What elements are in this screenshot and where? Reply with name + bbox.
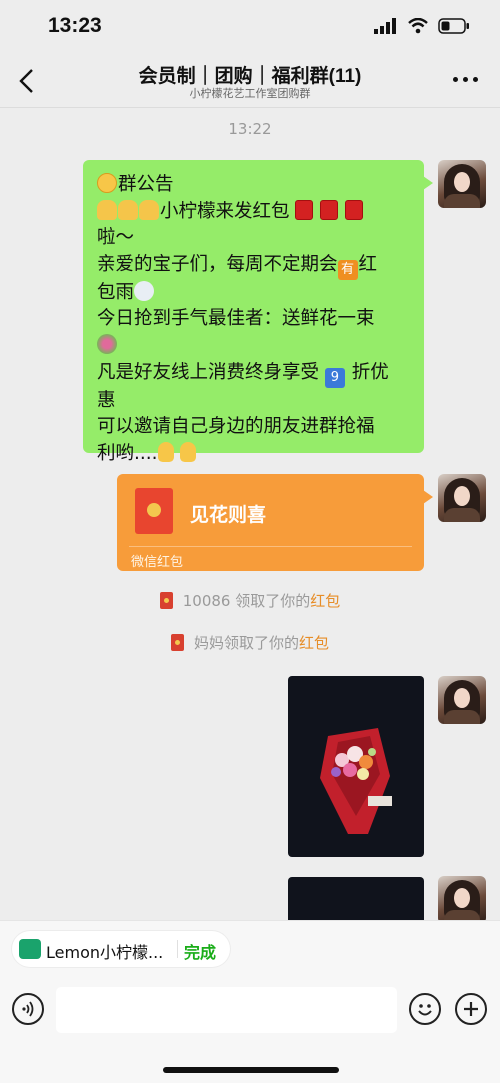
- clap-emoji-icon: [139, 199, 159, 220]
- input-area: Lemon小柠檬... 完成: [0, 920, 500, 1083]
- announcement-bubble[interactable]: 群公告 小柠檬来发红包 啦～ 亲爱的宝子们，每周不定期会有红 包雨 今日抢到手气…: [83, 160, 433, 464]
- announcement-line: 啦～: [97, 227, 135, 249]
- red-packet-link[interactable]: 红包: [310, 592, 340, 610]
- bouquet-image: [320, 728, 392, 834]
- announcement-line: 群公告: [118, 174, 174, 195]
- system-message-text: 妈妈领取了你的: [193, 634, 299, 652]
- announcement-line: 可以邀请自己身边的朋友进群抢福: [97, 416, 375, 438]
- red-packet-emoji-icon: [320, 199, 339, 220]
- red-packet-emoji-icon: [345, 199, 364, 220]
- status-time: 13:23: [48, 14, 102, 37]
- wifi-icon: [408, 18, 428, 34]
- system-message: 10086 领取了你的红包: [0, 590, 500, 611]
- mini-program-name: Lemon小柠檬...: [46, 943, 164, 962]
- message-input[interactable]: [56, 987, 397, 1033]
- clap-emoji-icon: [97, 199, 117, 220]
- divider: [177, 940, 178, 958]
- announcement-line: 今日抢到手气最佳者：送鲜花一束: [97, 308, 375, 330]
- red-packet-link[interactable]: 红包: [299, 634, 329, 652]
- announcement-line: 红: [358, 253, 378, 275]
- voice-input-button[interactable]: [12, 993, 44, 1025]
- battery-icon: [438, 18, 469, 34]
- announcement-line: 小柠檬来发红包: [160, 200, 290, 222]
- home-indicator: [163, 1067, 339, 1073]
- image-message[interactable]: [288, 676, 424, 857]
- nine-emoji-icon: 9: [324, 367, 345, 388]
- mini-program-chip[interactable]: Lemon小柠檬... 完成: [12, 931, 230, 967]
- chat-subtitle: 小柠檬花艺工作室团购群: [189, 87, 311, 100]
- voice-icon: [22, 1001, 34, 1017]
- avatar[interactable]: [438, 474, 486, 522]
- smiley-icon: [418, 1004, 432, 1016]
- message-timestamp: 13:22: [228, 120, 272, 138]
- status-icons: [374, 18, 470, 34]
- system-message-text: 10086 领取了你的: [182, 592, 311, 610]
- red-packet-icon: [135, 488, 173, 534]
- avatar[interactable]: [438, 160, 486, 208]
- face-emoji-icon: [97, 173, 117, 193]
- announcement-line: 惠: [97, 389, 116, 411]
- clap-emoji-icon: [118, 199, 138, 220]
- more-icon[interactable]: [453, 77, 478, 82]
- red-packet-icon: [170, 634, 184, 651]
- announcement-line: 折优: [351, 361, 389, 383]
- announcement-line: 利哟....: [97, 442, 158, 464]
- rain-cloud-emoji-icon: [134, 280, 155, 301]
- signal-icon: [374, 18, 396, 34]
- status-bar: 13:23: [0, 0, 500, 55]
- victory-hand-emoji-icon: [157, 441, 174, 462]
- red-packet-icon: [159, 592, 173, 609]
- red-packet-message[interactable]: 见花则喜 微信红包: [117, 474, 433, 571]
- red-packet-emoji-icon: [295, 199, 314, 220]
- ok-hand-emoji-icon: [180, 441, 197, 462]
- more-functions-button[interactable]: [455, 993, 487, 1025]
- emoji-button[interactable]: [409, 993, 441, 1025]
- system-message: 妈妈领取了你的红包: [0, 632, 500, 653]
- red-packet-title: 见花则喜: [190, 504, 267, 526]
- plus-icon: [464, 1002, 478, 1016]
- bouquet-emoji-icon: [97, 333, 117, 354]
- announcement-line: 凡是好友线上消费终身享受: [97, 361, 320, 383]
- chat-header: 会员制｜团购｜福利群(11) 小柠檬花艺工作室团购群: [0, 55, 500, 108]
- avatar[interactable]: [438, 676, 486, 724]
- chat-title: 会员制｜团购｜福利群(11): [138, 66, 362, 87]
- announcement-line: 包雨: [97, 281, 135, 303]
- avatar[interactable]: [438, 876, 486, 924]
- announcement-line: 亲爱的宝子们，每周不定期会: [97, 253, 338, 275]
- divider: [129, 546, 412, 547]
- you-emoji-icon: 有: [337, 259, 358, 280]
- done-button[interactable]: 完成: [184, 939, 216, 963]
- red-packet-label: 微信红包: [131, 555, 184, 570]
- mini-program-logo-icon: [19, 939, 41, 959]
